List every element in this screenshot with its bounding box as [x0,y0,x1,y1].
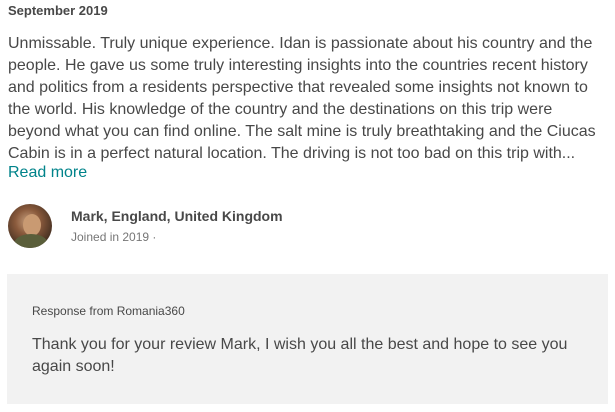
avatar-shoulders-shape [14,234,48,248]
reviewer-avatar[interactable] [8,204,52,248]
response-label: Response from Romania360 [32,304,185,318]
reviewer-joined-date: Joined in 2019 · [71,230,157,244]
reviewer-name[interactable]: Mark, England, United Kingdom [71,208,283,224]
response-text: Thank you for your review Mark, I wish y… [32,336,568,375]
host-response-box: Response from Romania360 Thank you for y… [7,274,608,404]
review-text: Unmissable. Truly unique experience. Ida… [8,35,596,162]
read-more-link[interactable]: Read more [8,164,87,182]
avatar-face-shape [23,214,41,236]
review-date: September 2019 [8,3,108,18]
